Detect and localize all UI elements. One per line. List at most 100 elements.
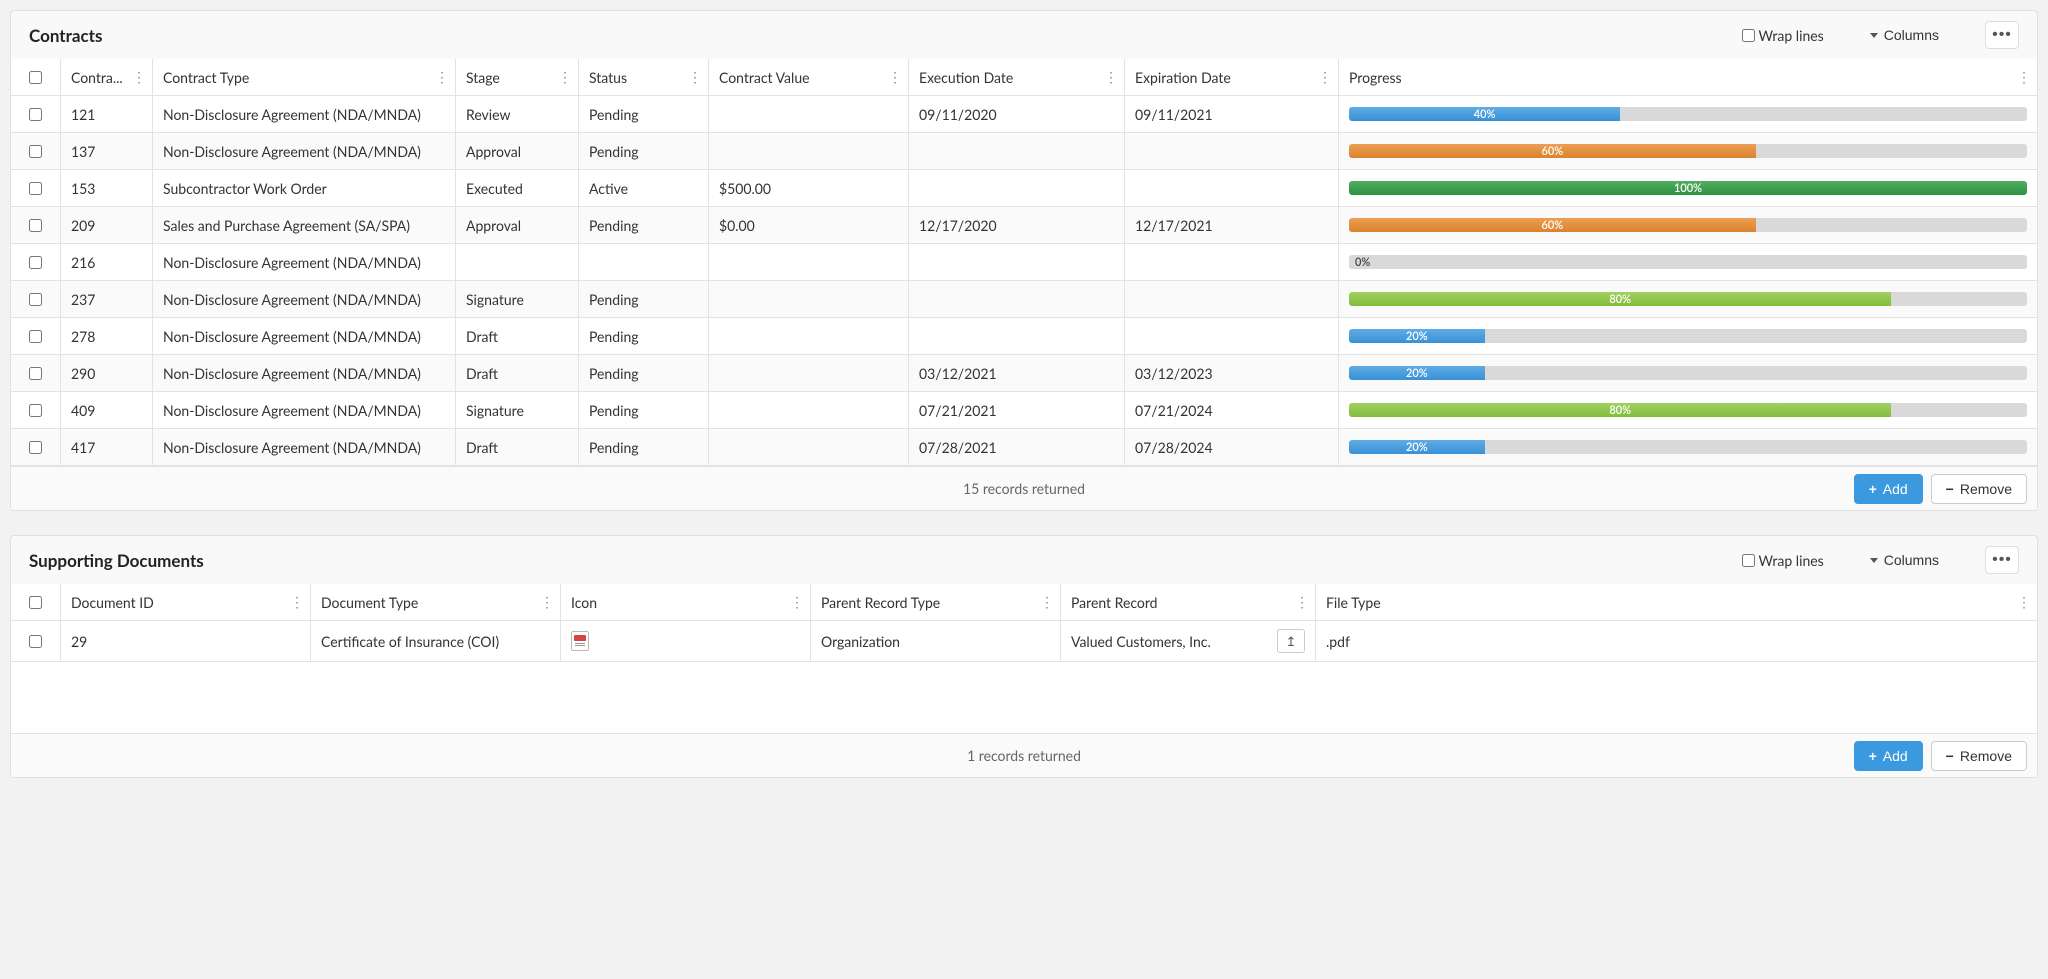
- col-menu-icon[interactable]: ⋮: [540, 593, 554, 611]
- col-status[interactable]: Status⋮: [579, 59, 709, 95]
- col-icon[interactable]: Icon⋮: [561, 584, 811, 620]
- contracts-columns-button[interactable]: Columns: [1864, 26, 1945, 44]
- table-row[interactable]: 417Non-Disclosure Agreement (NDA/MNDA)Dr…: [11, 429, 2037, 466]
- documents-wrap-lines[interactable]: Wrap lines: [1742, 552, 1824, 569]
- table-row[interactable]: 209Sales and Purchase Agreement (SA/SPA)…: [11, 207, 2037, 244]
- col-menu-icon[interactable]: ⋮: [132, 68, 146, 86]
- contract-type-cell: Non-Disclosure Agreement (NDA/MNDA): [153, 429, 456, 465]
- table-row[interactable]: 278Non-Disclosure Agreement (NDA/MNDA)Dr…: [11, 318, 2037, 355]
- col-document-type[interactable]: Document Type⋮: [311, 584, 561, 620]
- progress-fill: 20%: [1349, 329, 1485, 343]
- table-row[interactable]: 290Non-Disclosure Agreement (NDA/MNDA)Dr…: [11, 355, 2037, 392]
- col-document-id[interactable]: Document ID⋮: [61, 584, 311, 620]
- documents-remove-button[interactable]: −Remove: [1931, 741, 2027, 771]
- col-progress[interactable]: Progress⋮: [1339, 59, 2037, 95]
- col-menu-icon[interactable]: ⋮: [888, 68, 902, 86]
- contracts-remove-button[interactable]: −Remove: [1931, 474, 2027, 504]
- row-checkbox[interactable]: [29, 293, 42, 306]
- col-stage[interactable]: Stage⋮: [456, 59, 579, 95]
- table-row[interactable]: 121Non-Disclosure Agreement (NDA/MNDA)Re…: [11, 96, 2037, 133]
- col-execution-date[interactable]: Execution Date⋮: [909, 59, 1125, 95]
- contract-type-cell: Non-Disclosure Agreement (NDA/MNDA): [153, 281, 456, 317]
- contract-type-cell: Non-Disclosure Agreement (NDA/MNDA): [153, 392, 456, 428]
- row-checkbox[interactable]: [29, 441, 42, 454]
- value-cell: [709, 244, 909, 280]
- row-checkbox[interactable]: [29, 145, 42, 158]
- row-checkbox[interactable]: [29, 182, 42, 195]
- row-checkbox[interactable]: [29, 367, 42, 380]
- contracts-header: Contracts Wrap lines Columns •••: [11, 11, 2037, 59]
- contracts-select-all-checkbox[interactable]: [29, 71, 42, 84]
- col-menu-icon[interactable]: ⋮: [558, 68, 572, 86]
- row-checkbox[interactable]: [29, 635, 42, 648]
- row-checkbox-cell: [11, 170, 61, 206]
- stage-cell: Executed: [456, 170, 579, 206]
- documents-more-button[interactable]: •••: [1985, 546, 2019, 574]
- minus-icon: −: [1946, 481, 1954, 497]
- progress-label: 0%: [1355, 255, 1370, 269]
- execution-date-cell: 07/28/2021: [909, 429, 1125, 465]
- row-checkbox[interactable]: [29, 219, 42, 232]
- col-menu-icon[interactable]: ⋮: [290, 593, 304, 611]
- col-menu-icon[interactable]: ⋮: [2017, 68, 2031, 86]
- table-row[interactable]: 237Non-Disclosure Agreement (NDA/MNDA)Si…: [11, 281, 2037, 318]
- documents-select-all-checkbox[interactable]: [29, 596, 42, 609]
- row-checkbox[interactable]: [29, 330, 42, 343]
- row-checkbox-cell: [11, 392, 61, 428]
- header-checkbox-cell: [11, 584, 61, 620]
- col-menu-icon[interactable]: ⋮: [688, 68, 702, 86]
- row-checkbox-cell: [11, 96, 61, 132]
- table-row[interactable]: 409Non-Disclosure Agreement (NDA/MNDA)Si…: [11, 392, 2037, 429]
- progress-bar: 60%: [1349, 144, 2027, 158]
- execution-date-cell: 03/12/2021: [909, 355, 1125, 391]
- row-checkbox-cell: [11, 621, 61, 661]
- caret-down-icon: [1870, 558, 1878, 563]
- col-menu-icon[interactable]: ⋮: [1104, 68, 1118, 86]
- table-row[interactable]: 29Certificate of Insurance (COI)Organiza…: [11, 621, 2037, 662]
- col-menu-icon[interactable]: ⋮: [435, 68, 449, 86]
- col-parent-record-type[interactable]: Parent Record Type⋮: [811, 584, 1061, 620]
- col-menu-icon[interactable]: ⋮: [1318, 68, 1332, 86]
- table-row[interactable]: 153Subcontractor Work OrderExecutedActiv…: [11, 170, 2037, 207]
- col-file-type[interactable]: File Type⋮: [1316, 584, 2037, 620]
- table-row[interactable]: 137Non-Disclosure Agreement (NDA/MNDA)Ap…: [11, 133, 2037, 170]
- contracts-footer: 15 records returned +Add −Remove: [11, 466, 2037, 510]
- row-checkbox-cell: [11, 429, 61, 465]
- status-cell: Pending: [579, 96, 709, 132]
- documents-add-button[interactable]: +Add: [1854, 741, 1923, 771]
- col-menu-icon[interactable]: ⋮: [790, 593, 804, 611]
- contracts-wrap-lines[interactable]: Wrap lines: [1742, 27, 1824, 44]
- value-cell: [709, 355, 909, 391]
- progress-bar: 80%: [1349, 403, 2027, 417]
- contracts-grid-body: 121Non-Disclosure Agreement (NDA/MNDA)Re…: [11, 96, 2037, 466]
- row-checkbox[interactable]: [29, 404, 42, 417]
- contracts-more-button[interactable]: •••: [1985, 21, 2019, 49]
- col-contract-type[interactable]: Contract Type⋮: [153, 59, 456, 95]
- documents-title: Supporting Documents: [29, 550, 204, 571]
- table-row[interactable]: 216Non-Disclosure Agreement (NDA/MNDA)0%: [11, 244, 2037, 281]
- parent-record-open-button[interactable]: ↥: [1277, 629, 1305, 653]
- documents-columns-button[interactable]: Columns: [1864, 551, 1945, 569]
- contract-id-cell: 153: [61, 170, 153, 206]
- stage-cell: Review: [456, 96, 579, 132]
- progress-bar: 100%: [1349, 181, 2027, 195]
- status-cell: Pending: [579, 392, 709, 428]
- col-contract-id[interactable]: Contra...⋮: [61, 59, 153, 95]
- col-parent-record[interactable]: Parent Record⋮: [1061, 584, 1316, 620]
- col-menu-icon[interactable]: ⋮: [2017, 593, 2031, 611]
- row-checkbox[interactable]: [29, 256, 42, 269]
- contracts-add-button[interactable]: +Add: [1854, 474, 1923, 504]
- contracts-wrap-lines-checkbox[interactable]: [1742, 29, 1755, 42]
- execution-date-cell: 09/11/2020: [909, 96, 1125, 132]
- documents-wrap-lines-checkbox[interactable]: [1742, 554, 1755, 567]
- col-contract-value[interactable]: Contract Value⋮: [709, 59, 909, 95]
- contracts-grid-header: Contra...⋮ Contract Type⋮ Stage⋮ Status⋮…: [11, 59, 2037, 96]
- stage-cell: Approval: [456, 133, 579, 169]
- documents-grid: Document ID⋮ Document Type⋮ Icon⋮ Parent…: [11, 584, 2037, 733]
- col-menu-icon[interactable]: ⋮: [1040, 593, 1054, 611]
- col-menu-icon[interactable]: ⋮: [1295, 593, 1309, 611]
- row-checkbox[interactable]: [29, 108, 42, 121]
- col-expiration-date[interactable]: Expiration Date⋮: [1125, 59, 1339, 95]
- stage-cell: Draft: [456, 429, 579, 465]
- progress-bar: 40%: [1349, 107, 2027, 121]
